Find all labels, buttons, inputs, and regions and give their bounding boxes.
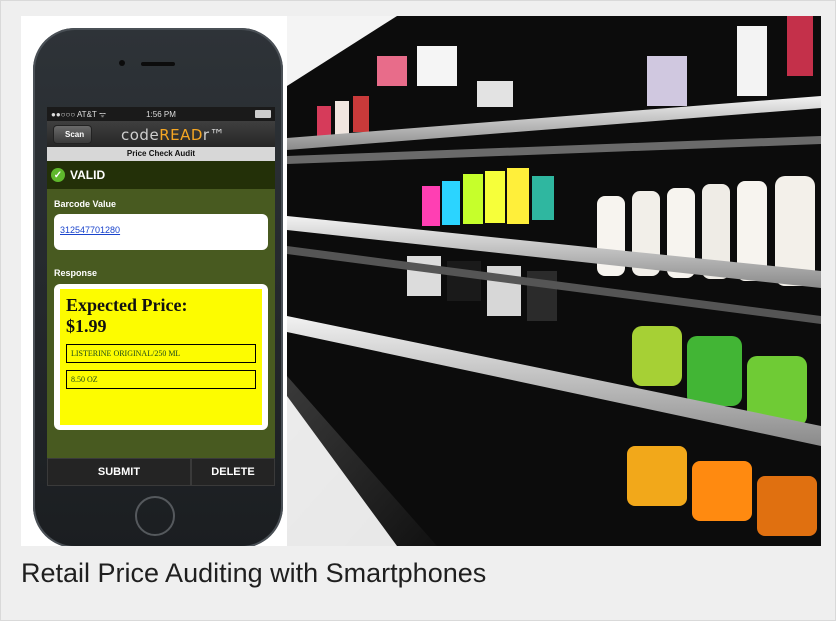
figure-caption: Retail Price Auditing with Smartphones (21, 558, 487, 588)
price-value: $1.99 (66, 316, 107, 336)
scan-details: Barcode Value 312547701280 Response Expe… (47, 189, 275, 463)
clock: 1:56 PM (146, 109, 176, 119)
app-navbar: Scan codeREADr™ (47, 121, 275, 147)
response-label: Response (54, 268, 98, 278)
scan-back-button[interactable]: Scan (53, 124, 93, 144)
barcode-label: Barcode Value (54, 199, 117, 209)
figure-card: ●●○○○ AT&T ᯤ 1:56 PM Scan codeREADr™ Pri… (0, 0, 836, 621)
validation-status: ✓ VALID (47, 161, 275, 189)
store-shelf-photo (287, 16, 821, 546)
app-logo: codeREADr™ (121, 126, 226, 144)
smartphone: ●●○○○ AT&T ᯤ 1:56 PM Scan codeREADr™ Pri… (33, 28, 283, 546)
product-name-field[interactable]: LISTERINE ORIGINAL/250 ML (66, 344, 256, 363)
delete-button[interactable]: DELETE (191, 458, 275, 486)
action-bar: SUBMIT DELETE (47, 458, 275, 486)
check-icon: ✓ (51, 168, 65, 182)
barcode-link[interactable]: 312547701280 (60, 225, 120, 235)
status-text: VALID (70, 168, 106, 182)
home-button (135, 496, 175, 536)
response-box: Expected Price: $1.99 LISTERINE ORIGINAL… (54, 284, 268, 430)
submit-button[interactable]: SUBMIT (47, 458, 191, 486)
price-panel: Expected Price: $1.99 LISTERINE ORIGINAL… (60, 289, 262, 425)
camera-icon (119, 60, 125, 66)
price-heading: Expected Price: (66, 295, 188, 315)
status-bar: ●●○○○ AT&T ᯤ 1:56 PM (47, 107, 275, 121)
speaker-grille (141, 62, 175, 66)
product-size-field[interactable]: 8.50 OZ (66, 370, 256, 389)
barcode-field: 312547701280 (54, 214, 268, 250)
phone-screen: ●●○○○ AT&T ᯤ 1:56 PM Scan codeREADr™ Pri… (47, 107, 275, 486)
shelf-illustration (287, 16, 821, 546)
product-photo: ●●○○○ AT&T ᯤ 1:56 PM Scan codeREADr™ Pri… (21, 16, 821, 546)
screen-title: Price Check Audit (47, 147, 275, 161)
